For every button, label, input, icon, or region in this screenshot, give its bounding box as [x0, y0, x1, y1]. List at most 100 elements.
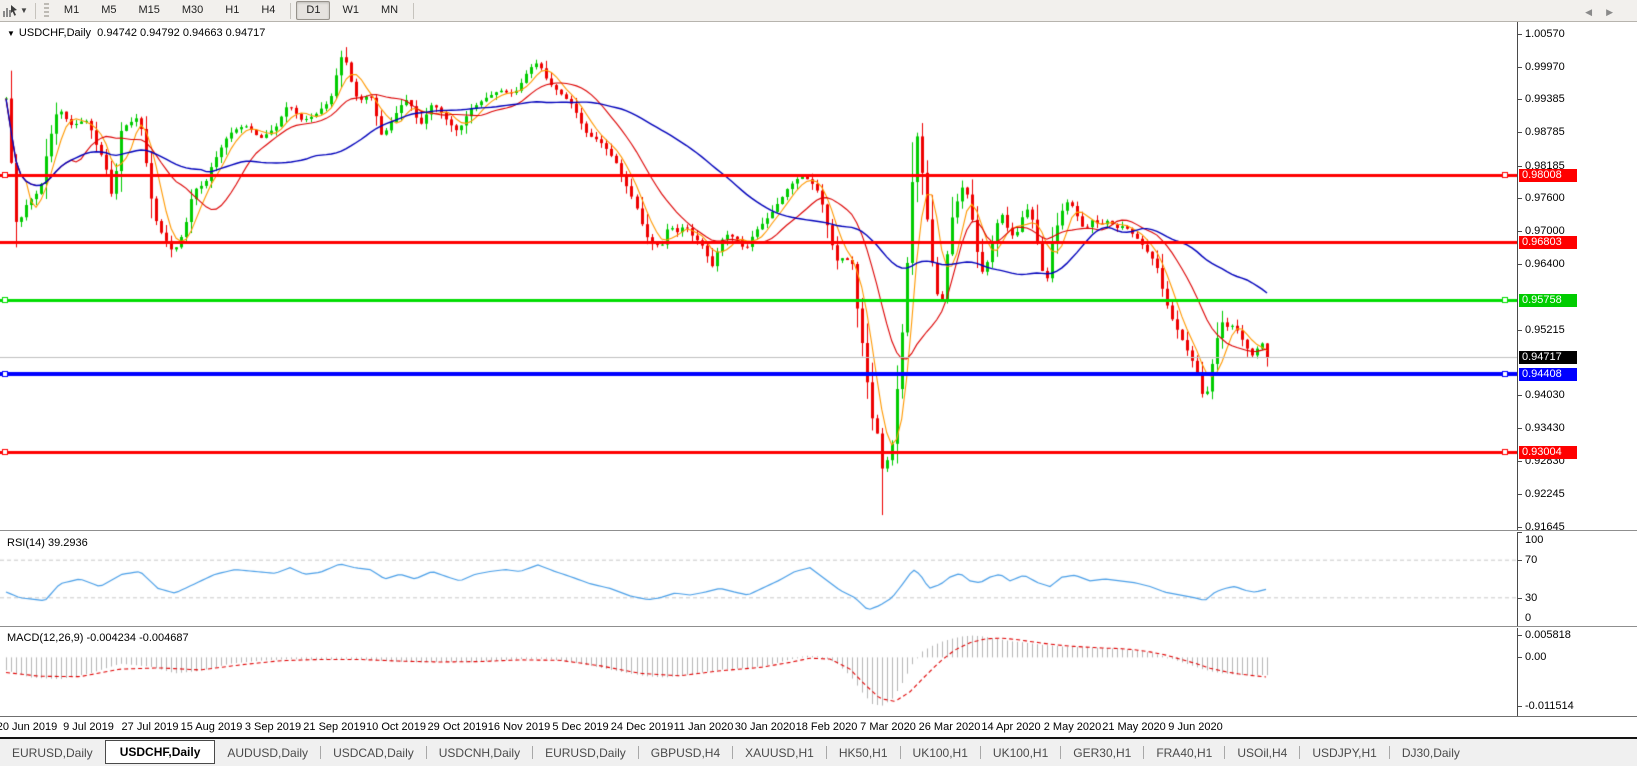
date-tick-label: 21 Sep 2019 — [303, 721, 366, 733]
date-tick-label: 16 Nov 2019 — [487, 721, 551, 733]
chart-title: ▼ USDCHF,Daily 0.94742 0.94792 0.94663 0.… — [7, 27, 265, 39]
axis-tick — [1518, 99, 1522, 100]
chart-tab-ger30-h1[interactable]: GER30,H1 — [1061, 742, 1143, 764]
macd-canvas[interactable] — [0, 628, 1517, 718]
chart-tab-audusd-daily[interactable]: AUDUSD,Daily — [215, 742, 320, 764]
chart-tab-dj30-daily[interactable]: DJ30,Daily — [1390, 742, 1472, 764]
axis-tick-label: 0 — [1525, 612, 1532, 624]
timeframe-button-d1[interactable]: D1 — [296, 1, 331, 20]
axis-tick-label: -0.011514 — [1525, 700, 1574, 712]
axis-tick — [1518, 527, 1522, 528]
axis-tick-label: 0.99970 — [1525, 61, 1565, 73]
chart-tab-usdcnh-daily[interactable]: USDCNH,Daily — [427, 742, 532, 764]
axis-tick — [1518, 132, 1522, 133]
toolbar-separator — [413, 2, 415, 19]
date-tick-label: 7 Mar 2020 — [860, 721, 916, 733]
chart-tab-usdchf-daily[interactable]: USDCHF,Daily — [104, 739, 216, 764]
rsi-axis: 100 70 30 0 — [1517, 532, 1637, 627]
chart-tab-usoil-h4[interactable]: USOil,H4 — [1225, 742, 1299, 764]
price-line-label: 0.96803 — [1519, 236, 1577, 249]
axis-tick-label: 0.95215 — [1525, 324, 1565, 336]
date-tick-label: 5 Dec 2019 — [552, 721, 609, 733]
axis-tick-label: 0.00 — [1525, 651, 1547, 663]
chart-tab-eurusd-daily[interactable]: EURUSD,Daily — [533, 742, 638, 764]
axis-tick-label: 0.94030 — [1525, 389, 1565, 401]
chart-tab-xauusd-h1[interactable]: XAUUSD,H1 — [733, 742, 826, 764]
axis-tick — [1518, 706, 1522, 707]
terminal-window: ▼ M1 M5 M15 M30 H1 H4 D1 W1 MN ▼ USDCHF,Daily 0.9… — [0, 0, 1637, 766]
toolbar-separator — [34, 2, 36, 19]
axis-tick — [1518, 198, 1522, 199]
timeframe-button-w1[interactable]: W1 — [332, 1, 369, 20]
axis-tick-label: 30 — [1525, 592, 1538, 604]
price-chart-canvas[interactable] — [0, 22, 1517, 530]
chart-tab-uk100-h1[interactable]: UK100,H1 — [901, 742, 980, 764]
timeframe-button-m5[interactable]: M5 — [91, 1, 126, 20]
date-tick-label: 30 Jan 2020 — [734, 721, 796, 733]
chart-tab-eurusd-daily[interactable]: EURUSD,Daily — [0, 742, 105, 764]
ohlc-high: 0.94792 — [140, 27, 180, 39]
timeframe-button-m1[interactable]: M1 — [54, 1, 89, 20]
date-tick-label: 27 Jul 2019 — [121, 721, 179, 733]
date-tick-label: 15 Aug 2019 — [180, 721, 243, 733]
date-tick-label: 2 May 2020 — [1043, 721, 1102, 733]
axis-tick — [1518, 231, 1522, 232]
chart-tab-fra40-h1[interactable]: FRA40,H1 — [1144, 742, 1224, 764]
timeframe-toolbar: ▼ M1 M5 M15 M30 H1 H4 D1 W1 MN — [0, 0, 1637, 22]
tab-scroll-right-icon[interactable]: ▶ — [1606, 7, 1627, 17]
axis-tick — [1518, 428, 1522, 429]
date-tick-label: 10 Oct 2019 — [366, 721, 426, 733]
axis-tick — [1518, 461, 1522, 462]
rsi-label: RSI(14) 39.2936 — [7, 537, 88, 549]
chart-tab-usdjpy-h1[interactable]: USDJPY,H1 — [1300, 742, 1388, 764]
timeframe-button-mn[interactable]: MN — [371, 1, 408, 20]
tab-scroll-left-icon[interactable]: ◀ — [1585, 7, 1606, 17]
chart-tab-bar: EURUSD,Daily USDCHF,Daily AUDUSD,Daily USDC… — [0, 737, 1637, 766]
axis-tick-label: 0.99385 — [1525, 93, 1565, 105]
axis-tick — [1518, 34, 1522, 35]
price-line-label: 0.93004 — [1519, 446, 1577, 459]
timeframe-button-m30[interactable]: M30 — [172, 1, 213, 20]
macd-axis: 0.005818 0.00 -0.011514 — [1517, 628, 1637, 718]
price-line-label: 0.95758 — [1519, 294, 1577, 307]
rsi-canvas[interactable] — [0, 532, 1517, 626]
axis-tick — [1518, 67, 1522, 68]
axis-tick-label: 0.93430 — [1525, 422, 1565, 434]
date-tick-label: 9 Jul 2019 — [63, 721, 114, 733]
toolbar-separator — [290, 2, 292, 19]
axis-tick-label: 0.97600 — [1525, 192, 1565, 204]
date-tick-label: 24 Dec 2019 — [610, 721, 674, 733]
collapse-chart-icon[interactable]: ▼ — [7, 29, 15, 38]
axis-tick-label: 1.00570 — [1525, 28, 1565, 40]
chart-tab-gbpusd-h4[interactable]: GBPUSD,H4 — [639, 742, 732, 764]
axis-tick — [1518, 532, 1522, 533]
chart-symbol-period: USDCHF,Daily — [18, 27, 92, 39]
toolbar-grip[interactable] — [43, 2, 49, 19]
axis-tick-label: 0.005818 — [1525, 629, 1571, 641]
axis-tick-label: 0.98785 — [1525, 126, 1565, 138]
date-axis[interactable]: 20 Jun 2019 9 Jul 2019 27 Jul 2019 15 Aug 2… — [0, 718, 1637, 737]
date-tick-label: 29 Oct 2019 — [427, 721, 488, 733]
chart-tool-dropdown-caret[interactable]: ▼ — [20, 6, 28, 15]
date-tick-label: 21 May 2020 — [1102, 721, 1166, 733]
ohlc-open: 0.94742 — [97, 27, 137, 39]
chart-tab-hk50-h1[interactable]: HK50,H1 — [827, 742, 900, 764]
price-axis: 1.00570 0.99970 0.99385 0.98785 0.98185 0.976… — [1517, 22, 1637, 533]
timeframe-button-h4[interactable]: H4 — [251, 1, 285, 20]
axis-tick — [1518, 560, 1522, 561]
chart-tab-usdcad-daily[interactable]: USDCAD,Daily — [321, 742, 426, 764]
date-tick-label: 14 Apr 2020 — [981, 721, 1041, 733]
axis-tick-label: 100 — [1525, 534, 1544, 546]
timeframe-button-h1[interactable]: H1 — [215, 1, 249, 20]
axis-tick — [1518, 657, 1522, 658]
axis-tick — [1518, 635, 1522, 636]
axis-tick — [1518, 395, 1522, 396]
chart-pointer-icon[interactable] — [2, 4, 18, 18]
timeframe-button-m15[interactable]: M15 — [128, 1, 169, 20]
macd-label: MACD(12,26,9) -0.004234 -0.004687 — [7, 632, 189, 644]
price-line-label: 0.94717 — [1519, 351, 1577, 364]
chart-tab-uk100-h1[interactable]: UK100,H1 — [981, 742, 1060, 764]
date-tick-label: 3 Sep 2019 — [244, 721, 302, 733]
tab-scroll-arrows: ◀▶ — [1585, 7, 1627, 18]
price-line-label: 0.94408 — [1519, 368, 1577, 381]
